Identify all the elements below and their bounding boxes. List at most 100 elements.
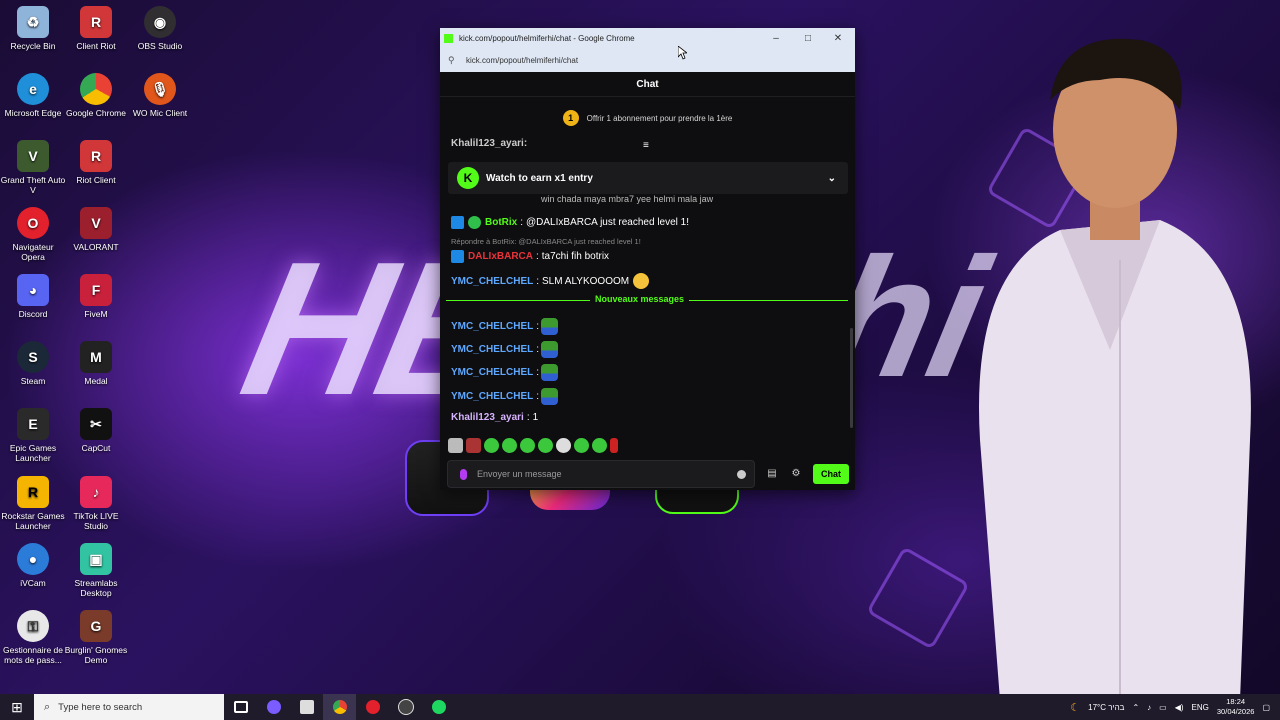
desktop-icon-chrome[interactable]: Google Chrome — [63, 73, 129, 118]
close-button[interactable]: ✕ — [823, 28, 853, 48]
chat-username[interactable]: Khalil123_ayari: — [451, 138, 527, 149]
address-bar[interactable]: ⚲ kick.com/popout/helmiferhi/chat — [440, 48, 855, 72]
send-chat-button[interactable]: Chat — [813, 464, 849, 484]
chevron-up-icon[interactable]: ⌃ — [1132, 703, 1139, 712]
desktop-icon-valorant[interactable]: V VALORANT — [63, 207, 129, 252]
taskbar-obs-icon[interactable] — [389, 694, 422, 720]
emote-icon[interactable] — [502, 438, 517, 453]
desktop-icon-capcut[interactable]: ✂ CapCut — [63, 408, 129, 453]
chat-username[interactable]: YMC_CHELCHEL — [451, 367, 533, 378]
search-placeholder: Type here to search — [58, 701, 143, 713]
microphone-tray-icon[interactable]: ♪ — [1147, 703, 1151, 712]
chevron-down-icon[interactable]: ⌄ — [828, 173, 836, 184]
chat-username[interactable]: YMC_CHELCHEL — [451, 321, 533, 332]
edge-icon: e — [17, 73, 49, 105]
task-view-icon[interactable] — [224, 694, 257, 720]
taskbar-clock[interactable]: 18:24 30/04/2026 — [1217, 697, 1255, 717]
chat-username[interactable]: YMC_CHELCHEL — [451, 344, 533, 355]
verified-badge-icon — [468, 216, 481, 229]
streamer-illustration — [979, 38, 1251, 700]
desktop-icon-rockstar[interactable]: R Rockstar Games Launcher — [0, 476, 66, 531]
desktop-icon-opera[interactable]: O Navigateur Opera — [0, 207, 66, 262]
chat-scrollbar[interactable] — [850, 328, 853, 428]
search-icon: ⌕ — [44, 700, 51, 713]
emote-icon[interactable] — [610, 438, 618, 453]
reply-hint-text: Répondre à BotRix: @DALIxBARCA just reac… — [451, 237, 641, 246]
taskbar-chrome-icon[interactable] — [323, 694, 356, 720]
gift-sub-banner[interactable]: 1 Offrir 1 abonnement pour prendre la 1è… — [440, 97, 855, 139]
minimize-button[interactable]: – — [761, 28, 791, 48]
microphone-icon: 🎙 — [144, 73, 176, 105]
taskbar-medal-icon[interactable] — [290, 694, 323, 720]
chat-message: Khalil123_ayari: 1 — [451, 412, 539, 423]
new-messages-label: Nouveaux messages — [590, 294, 690, 304]
epic-games-icon: E — [17, 408, 49, 440]
taskbar-opera-icon[interactable] — [356, 694, 389, 720]
emote-icon[interactable] — [484, 438, 499, 453]
desktop-icon-wo-mic[interactable]: 🎙 WO Mic Client — [127, 73, 193, 118]
notification-icon[interactable]: ▢ — [1262, 703, 1270, 712]
chat-header: Chat — [440, 72, 855, 97]
desktop-icon-riot-client[interactable]: R Riot Client — [63, 140, 129, 185]
taskbar-search-box[interactable]: ⌕ Type here to search — [34, 694, 224, 720]
desktop-icon-fivem[interactable]: F FiveM — [63, 274, 129, 319]
store-icon[interactable]: ▤ — [766, 468, 778, 480]
chat-message: YMC_CHELCHEL: — [451, 318, 559, 335]
desktop-icon-ivcam[interactable]: ● iVCam — [0, 543, 66, 588]
chat-username[interactable]: YMC_CHELCHEL — [451, 391, 533, 402]
site-info-icon[interactable]: ⚲ — [448, 55, 458, 66]
microphone-icon[interactable] — [460, 468, 467, 480]
emote-icon[interactable] — [556, 438, 571, 453]
taskbar-spotify-icon[interactable] — [422, 694, 455, 720]
emote-icon[interactable] — [448, 438, 463, 453]
coin-icon: 1 — [562, 110, 579, 126]
rockstar-icon: R — [17, 476, 49, 508]
chat-username[interactable]: BotRix — [485, 217, 517, 228]
fivem-icon: F — [80, 274, 112, 306]
discord-icon: ◕ — [17, 274, 49, 306]
bot-badge-icon — [451, 216, 464, 229]
language-indicator[interactable]: ENG — [1192, 703, 1209, 712]
emoji-picker-icon[interactable] — [737, 469, 746, 479]
desktop-icon-password-manager[interactable]: ⚿ Gestionnaire de mots de pass... — [0, 610, 66, 665]
mouse-cursor-icon — [678, 46, 687, 60]
chat-message-text: ta7chi fih botrix — [541, 251, 610, 262]
watch-to-earn-banner[interactable]: K Watch to earn x1 entry ⌄ — [448, 162, 848, 194]
window-titlebar[interactable]: kick.com/popout/helmiferhi/chat - Google… — [440, 28, 855, 48]
emote-icon[interactable] — [574, 438, 589, 453]
desktop-icon-recycle-bin[interactable]: ♻ Recycle Bin — [0, 6, 66, 51]
maximize-button[interactable]: □ — [793, 28, 823, 48]
clock-date: 30/04/2026 — [1216, 707, 1255, 716]
chat-username[interactable]: DALIxBARCA — [468, 251, 533, 262]
weather-icon[interactable]: ☾ — [1070, 701, 1080, 714]
desktop-icon-gta-v[interactable]: V Grand Theft Auto V — [0, 140, 66, 195]
desktop-icon-discord[interactable]: ◕ Discord — [0, 274, 66, 319]
emote-icon[interactable] — [592, 438, 607, 453]
windows-start-icon[interactable]: ⊞ — [0, 694, 34, 720]
desktop-icon-obs-studio[interactable]: ◉ OBS Studio — [127, 6, 193, 51]
emote-icon[interactable] — [466, 438, 481, 453]
desktop-icon-edge[interactable]: e Microsoft Edge — [0, 73, 66, 118]
taskbar-app-icon[interactable] — [257, 694, 290, 720]
desktop-icon-medal[interactable]: M Medal — [63, 341, 129, 386]
chat-username[interactable]: YMC_CHELCHEL — [451, 276, 533, 287]
chat-message-input[interactable]: Envoyer un message — [447, 460, 755, 488]
emote-icon[interactable] — [520, 438, 535, 453]
desktop-icon-burglin-gnomes[interactable]: G Burglin' Gnomes Demo — [63, 610, 129, 665]
desktop-icon-streamlabs[interactable]: ▣ Streamlabs Desktop — [63, 543, 129, 598]
desktop-icon-tiktok-live[interactable]: ♪ TikTok LIVE Studio — [63, 476, 129, 531]
weather-text[interactable]: 17°C בהיר — [1088, 703, 1124, 712]
scroll-to-latest-icon[interactable]: ≡ — [643, 140, 649, 151]
chrome-popup-window: kick.com/popout/helmiferhi/chat - Google… — [440, 28, 855, 490]
emote-icon[interactable] — [538, 438, 553, 453]
valorant-icon: V — [80, 207, 112, 239]
settings-gear-icon[interactable]: ⚙ — [790, 468, 802, 480]
desktop-icon-client-riot[interactable]: R Client Riot — [63, 6, 129, 51]
desktop-icon-steam[interactable]: S Steam — [0, 341, 66, 386]
desktop-icon-epic-games[interactable]: E Epic Games Launcher — [0, 408, 66, 463]
chat-message-text: 1 — [532, 412, 539, 423]
volume-icon[interactable]: ◀) — [1175, 703, 1184, 712]
chat-username[interactable]: Khalil123_ayari — [451, 412, 524, 423]
chat-message: YMC_CHELCHEL: — [451, 388, 559, 405]
network-icon[interactable]: ▭ — [1159, 703, 1167, 712]
